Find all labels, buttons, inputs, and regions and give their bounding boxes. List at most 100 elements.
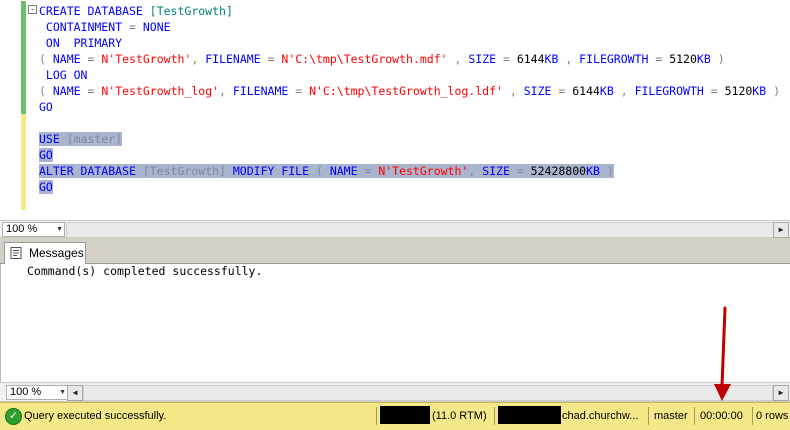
code-token: , (191, 52, 206, 66)
code-token: ) (766, 84, 781, 98)
code-token: 5120 (669, 52, 697, 66)
scroll-right-icon[interactable]: ▶ (773, 385, 789, 401)
editor-zoom-select[interactable]: 100 % ▼ (2, 222, 65, 237)
code-token: = (710, 84, 725, 98)
unsaved-changes-bar (21, 114, 26, 210)
code-token: MODIFY FILE (232, 164, 316, 178)
code-token: = (558, 84, 573, 98)
code-token: GO (39, 148, 53, 162)
messages-pane[interactable]: Command(s) completed successfully. (0, 264, 790, 382)
code-text: LOG ON (39, 68, 88, 82)
code-line[interactable]: ALTER DATABASE [TestGrowth] MODIFY FILE … (39, 163, 614, 179)
status-separator (494, 407, 495, 425)
code-token: LOG ON (39, 68, 88, 82)
code-token: FILENAME (232, 84, 296, 98)
saved-changes-bar (21, 1, 26, 114)
check-circle-icon: ✓ (5, 408, 22, 425)
scroll-right-icon[interactable]: ▶ (773, 222, 789, 238)
code-token: = (129, 20, 143, 34)
code-token: 5120 (724, 84, 753, 98)
code-token: N'C:\tmp\TestGrowth_log.ldf' (309, 84, 503, 98)
status-bar: ✓ Query executed successfully. (11.0 RTM… (0, 402, 790, 430)
selected-code: USE [master] (39, 132, 123, 146)
results-hscrollbar[interactable] (83, 385, 773, 401)
code-token: ALTER DATABASE (39, 164, 143, 178)
chevron-down-icon: ▼ (56, 226, 63, 233)
tab-messages-label: Messages (29, 246, 84, 260)
editor-hscrollbar[interactable] (66, 222, 774, 238)
results-zoom-select[interactable]: 100 % ▼ (6, 385, 68, 400)
code-token: CONTAINMENT (39, 20, 130, 34)
selected-code: GO (39, 180, 53, 194)
editor-zoom-bar: 100 % ▼ ▶ (0, 220, 790, 238)
code-token: ( (39, 52, 53, 66)
editor-zoom-value: 100 % (6, 223, 38, 235)
status-version: (11.0 RTM) (432, 410, 487, 422)
chevron-down-icon: ▼ (59, 389, 66, 396)
code-token: SIZE (523, 84, 559, 98)
code-token: = (295, 84, 310, 98)
code-token: NAME (329, 164, 365, 178)
code-token: GO (39, 100, 53, 114)
code-line[interactable]: ( NAME = N'TestGrowth_log', FILENAME = N… (39, 83, 780, 99)
code-line[interactable]: ON PRIMARY (39, 35, 122, 51)
selected-code: GO (39, 148, 53, 162)
code-line[interactable]: CONTAINMENT = NONE (39, 19, 171, 35)
code-token: [TestGrowth] (142, 164, 233, 178)
code-token: , (447, 52, 469, 66)
code-token: KB (586, 164, 600, 178)
scroll-left-icon[interactable]: ◀ (67, 385, 83, 401)
code-line[interactable]: USE [master] (39, 131, 123, 147)
status-separator (694, 407, 695, 425)
code-text: CREATE DATABASE [TestGrowth] (39, 4, 233, 18)
code-token: = (87, 84, 102, 98)
code-token: = (516, 164, 531, 178)
code-text: ( NAME = N'TestGrowth', FILENAME = N'C:\… (39, 52, 725, 66)
code-token: [TestGrowth] (149, 4, 233, 18)
code-line[interactable]: GO (39, 147, 53, 163)
code-token: NAME (52, 84, 88, 98)
code-token: CREATE DATABASE (39, 4, 150, 18)
code-token: = (364, 164, 379, 178)
code-token: NAME (52, 52, 88, 66)
code-line[interactable]: CREATE DATABASE [TestGrowth] (39, 3, 233, 19)
code-token: KB (599, 84, 614, 98)
selected-code: ALTER DATABASE [TestGrowth] MODIFY FILE … (39, 164, 614, 178)
code-token: KB (544, 52, 559, 66)
code-token: 6144 (516, 52, 545, 66)
collapse-toggle-icon[interactable]: - (28, 5, 37, 14)
code-token: KB (752, 84, 767, 98)
code-token: , (468, 164, 483, 178)
results-tabstrip: Messages (0, 238, 790, 264)
code-token: ON PRIMARY (39, 36, 123, 50)
code-line[interactable]: GO (39, 179, 53, 195)
code-token: FILEGROWTH (634, 84, 711, 98)
code-token: , (502, 84, 524, 98)
code-line[interactable]: ( NAME = N'TestGrowth', FILENAME = N'C:\… (39, 51, 725, 67)
code-token: SIZE (468, 52, 503, 66)
annotation-arrow-icon (714, 306, 731, 401)
code-token: N'TestGrowth' (101, 52, 192, 66)
code-line[interactable]: LOG ON (39, 67, 88, 83)
status-separator (648, 407, 649, 425)
tab-messages[interactable]: Messages (4, 242, 86, 264)
code-token: , (613, 84, 635, 98)
results-zoom-bar: 100 % ▼ ◀ ▶ (0, 382, 790, 402)
status-user: chad.churchw... (562, 410, 639, 422)
code-token: SIZE (482, 164, 517, 178)
code-token: KB (696, 52, 711, 66)
code-token: , (219, 84, 233, 98)
results-zoom-value: 100 % (10, 386, 42, 398)
status-separator (752, 407, 753, 425)
code-text: ON PRIMARY (39, 36, 122, 50)
code-token: = (502, 52, 517, 66)
redacted-server (380, 406, 430, 424)
query-editor[interactable]: - CREATE DATABASE [TestGrowth] CONTAINME… (0, 0, 790, 220)
status-message: Query executed successfully. (24, 410, 167, 422)
status-database: master (654, 410, 688, 422)
code-token: 52428800 (530, 164, 587, 178)
code-token: N'TestGrowth' (378, 164, 469, 178)
code-line[interactable]: GO (39, 99, 53, 115)
code-token: FILENAME (205, 52, 268, 66)
code-token: , (558, 52, 580, 66)
